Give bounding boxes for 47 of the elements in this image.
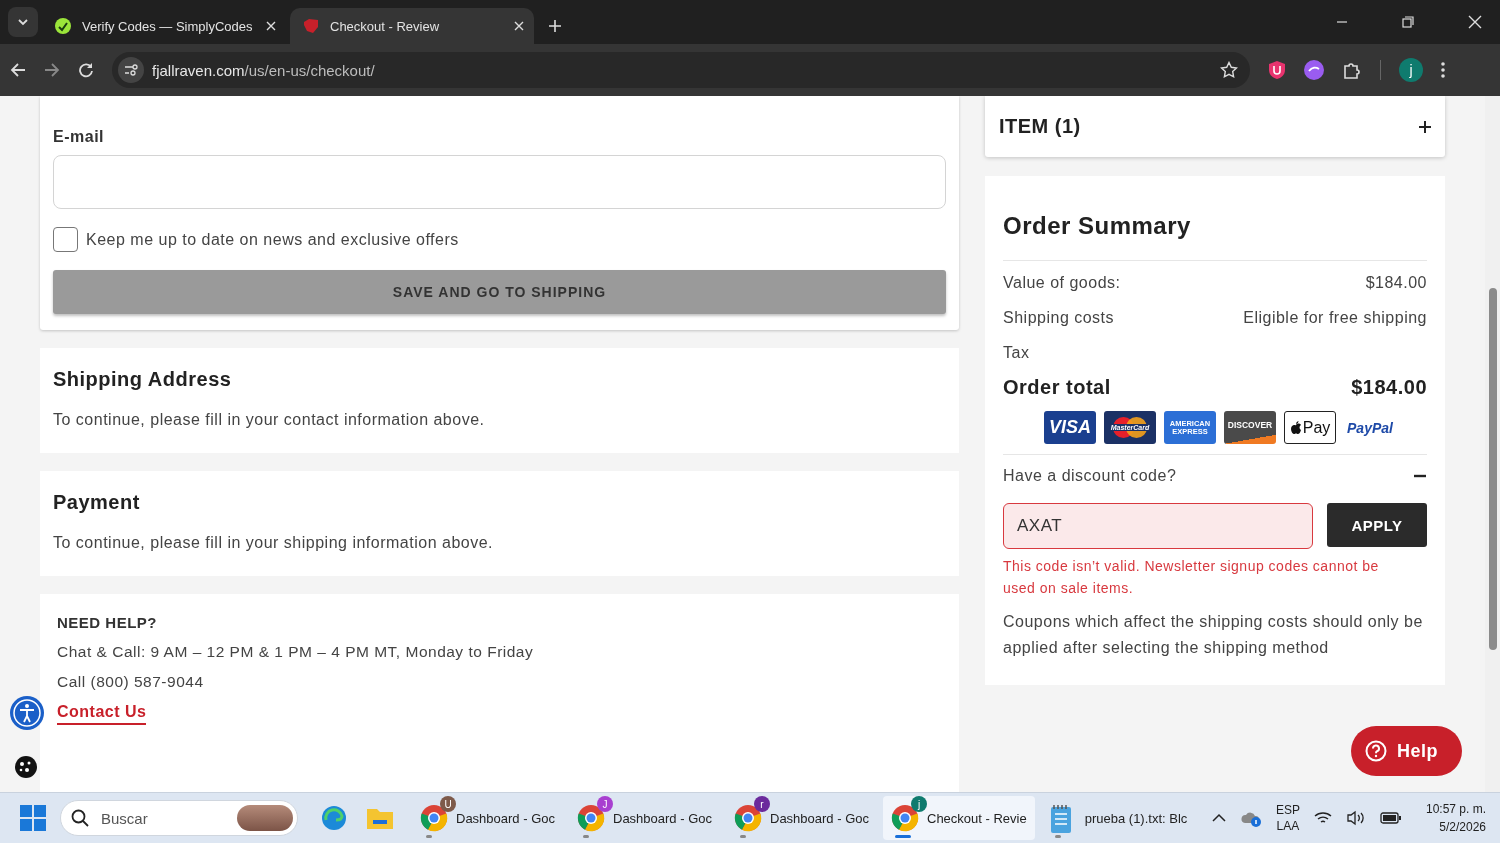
section-text: To continue, please fill in your shipping information above. xyxy=(53,534,495,552)
search-input[interactable]: Buscar xyxy=(99,808,227,828)
email-label: E-mail xyxy=(53,128,105,146)
browser-tab[interactable]: Verify Codes — SimplyCodes xyxy=(42,8,286,44)
taskbar-search-field[interactable]: Buscar xyxy=(60,800,298,836)
clock[interactable]: 10:57 p. m. 5/2/2026 xyxy=(1425,800,1486,836)
taskbar-app[interactable]: U Dashboard - Goc xyxy=(412,796,563,840)
summary-label: Shipping costs xyxy=(1003,308,1115,327)
items-header[interactable]: ITEM (1) xyxy=(985,96,1445,157)
discount-code-field[interactable]: AXAT xyxy=(1003,503,1313,549)
section-title: Shipping Address xyxy=(53,368,233,391)
taskbar-app[interactable]: prueba (1).txt: Blc xyxy=(1040,796,1196,840)
browser-tab[interactable]: Checkout - Review xyxy=(290,8,534,44)
avatar-badge: J xyxy=(597,796,613,812)
url-text: fjallraven.com/us/en-us/checkout/ xyxy=(152,61,376,79)
summary-value: $184.00 xyxy=(1365,273,1427,292)
taskbar-app[interactable]: j Checkout - Revie xyxy=(883,796,1035,840)
visa-logo: VISA xyxy=(1044,411,1096,444)
avatar-badge: r xyxy=(754,796,770,812)
apple-pay-logo: Pay xyxy=(1284,411,1336,444)
address-bar[interactable]: fjallraven.com/us/en-us/checkout/ xyxy=(112,52,1250,88)
taskbar-app[interactable]: r Dashboard - Goc xyxy=(726,796,877,840)
profile-avatar[interactable]: j xyxy=(1399,58,1423,82)
language-indicator[interactable]: ESP LAA xyxy=(1275,802,1300,834)
avatar-badge: j xyxy=(911,796,927,812)
help-phone: Call (800) 587-9044 xyxy=(57,673,205,691)
summary-value: Eligible for free shipping xyxy=(1243,308,1427,327)
newsletter-label: Keep me up to date on news and exclusive offers xyxy=(86,230,459,249)
section-title: Payment xyxy=(53,491,141,514)
paypal-logo: PayPal xyxy=(1346,418,1394,438)
help-hours: Chat & Call: 9 AM – 12 PM & 1 PM – 4 PM MT, Monday to Friday xyxy=(57,643,535,661)
help-button[interactable]: Help xyxy=(1351,726,1462,776)
summary-label: Tax xyxy=(1003,343,1030,362)
apply-button[interactable]: APPLY xyxy=(1327,503,1427,547)
total-label: Order total xyxy=(1003,376,1111,399)
section-text: To continue, please fill in your contact information above. xyxy=(53,411,486,429)
discount-note: Coupons which affect the shipping costs should only be applied after selecting the shipping method xyxy=(1003,612,1424,658)
discover-logo: DISCOVER xyxy=(1224,411,1276,444)
total-value: $184.00 xyxy=(1351,376,1427,399)
taskbar-app[interactable]: J Dashboard - Goc xyxy=(569,796,720,840)
error-message: This code isn’t valid. Newsletter signup codes cannot be used on sale items. xyxy=(1003,557,1380,598)
contact-link[interactable]: Contact Us xyxy=(57,703,147,725)
discount-label: Have a discount code? xyxy=(1003,467,1177,485)
summary-title: Order Summary xyxy=(1003,212,1192,240)
avatar-badge: U xyxy=(440,796,456,812)
help-title: NEED HELP? xyxy=(57,614,158,631)
summary-label: Value of goods: xyxy=(1003,273,1121,292)
